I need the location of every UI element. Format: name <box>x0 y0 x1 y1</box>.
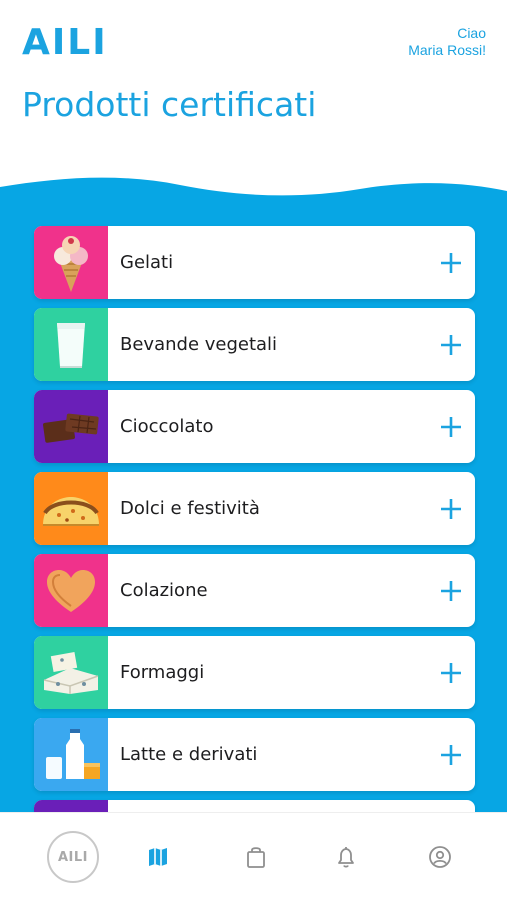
wave-divider <box>0 177 507 225</box>
cheese-icon <box>34 636 108 709</box>
category-item-latte-e-derivati[interactable]: Latte e derivati <box>34 718 475 791</box>
plus-icon[interactable] <box>427 718 475 791</box>
nav-logo-text: AILI <box>57 849 89 865</box>
plus-icon[interactable] <box>427 308 475 381</box>
category-label: Gelati <box>120 252 174 273</box>
category-item-formaggi[interactable]: Formaggi <box>34 636 475 709</box>
plus-icon[interactable] <box>427 554 475 627</box>
category-item-colazione[interactable]: Colazione <box>34 554 475 627</box>
nav-home-logo-button[interactable]: AILI <box>44 813 102 900</box>
category-label: Latte e derivati <box>120 744 258 765</box>
category-label: Bevande vegetali <box>120 334 278 355</box>
shopping-bag-icon[interactable] <box>238 813 274 900</box>
plus-icon[interactable] <box>427 472 475 545</box>
greeting-user-name: Maria Rossi! <box>408 42 486 58</box>
plus-icon[interactable] <box>427 226 475 299</box>
category-item-cioccolato[interactable]: Cioccolato <box>34 390 475 463</box>
greeting-line1: Ciao <box>457 25 486 41</box>
category-item-bevande-vegetali[interactable]: Bevande vegetali <box>34 308 475 381</box>
plus-icon[interactable] <box>427 636 475 709</box>
bell-icon[interactable] <box>328 813 364 900</box>
profile-icon[interactable] <box>422 813 458 900</box>
chocolate-icon <box>34 390 108 463</box>
plus-icon[interactable] <box>427 390 475 463</box>
bottom-navigation: AILI <box>0 812 507 900</box>
panettone-icon <box>34 472 108 545</box>
map-icon[interactable] <box>140 813 176 900</box>
milk-glass-icon <box>34 308 108 381</box>
milk-bottle-icon <box>34 718 108 791</box>
category-item-dolci-e-festivita[interactable]: Dolci e festività <box>34 472 475 545</box>
ice-cream-icon <box>34 226 108 299</box>
user-greeting: Ciao Maria Rossi! <box>408 25 486 59</box>
category-label: Cioccolato <box>120 416 214 437</box>
page-title: Prodotti certificati <box>22 85 317 124</box>
category-label: Colazione <box>120 580 208 601</box>
heart-cookie-icon <box>34 554 108 627</box>
category-label: Dolci e festività <box>120 498 260 519</box>
category-label: Formaggi <box>120 662 205 683</box>
aili-logo: AILI <box>22 22 108 63</box>
category-item-gelati[interactable]: Gelati <box>34 226 475 299</box>
